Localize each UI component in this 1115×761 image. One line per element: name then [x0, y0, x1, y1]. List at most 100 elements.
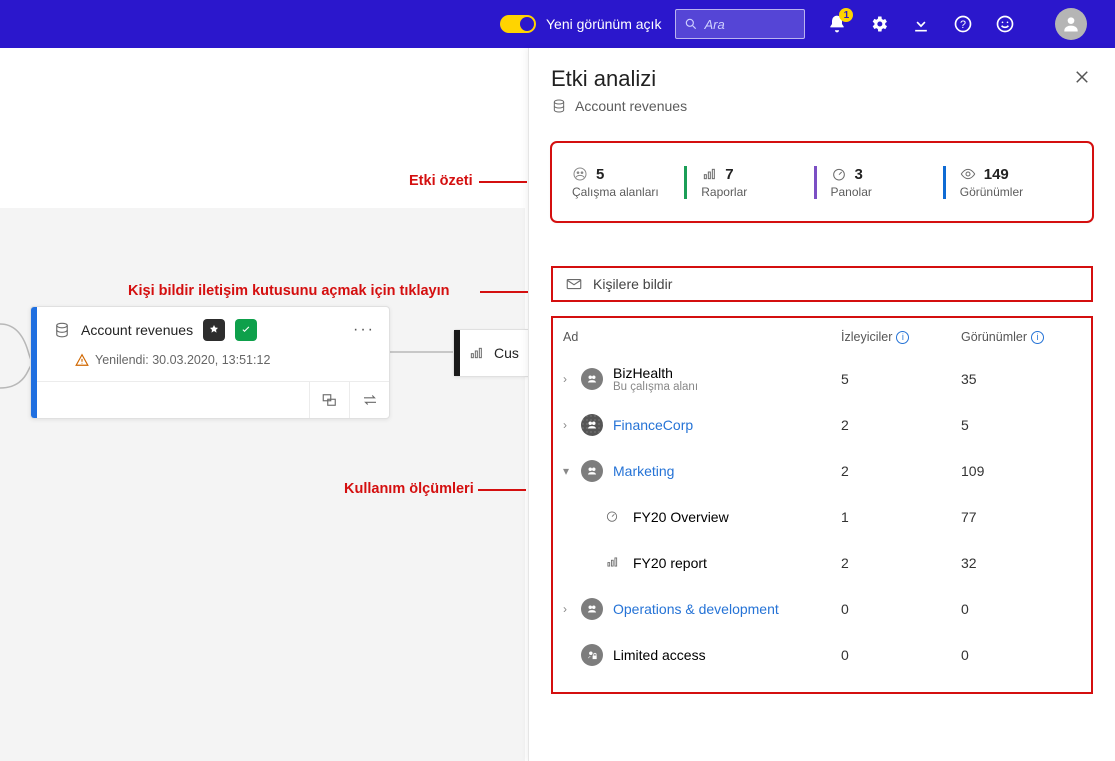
row-name[interactable]: FinanceCorp [613, 417, 841, 433]
panel-subtitle-text: Account revenues [575, 98, 687, 114]
dashboards-icon [831, 166, 847, 182]
row-name[interactable]: Marketing [613, 463, 841, 479]
metric-workspaces: 5 Çalışma alanları [572, 166, 684, 199]
node-more-menu[interactable]: ··· [353, 324, 375, 336]
row-views: 35 [961, 371, 1081, 387]
notification-badge: 1 [839, 8, 853, 22]
workspace-icon [581, 598, 603, 620]
notifications-icon[interactable]: 1 [827, 14, 847, 34]
row-viewers: 0 [841, 647, 961, 663]
search-input[interactable] [704, 17, 784, 32]
metric-value: 149 [984, 166, 1009, 183]
node-footer [31, 381, 389, 418]
search-icon [684, 17, 698, 31]
download-icon[interactable] [911, 14, 931, 34]
row-viewers: 2 [841, 555, 961, 571]
callout-summary: Etki özeti [409, 173, 473, 189]
certified-chip[interactable] [235, 319, 257, 341]
table-row[interactable]: ›Operations & development00 [563, 586, 1081, 632]
row-viewers: 1 [841, 509, 961, 525]
dataset-icon [551, 98, 567, 114]
col-views: Görünümleri [961, 330, 1081, 344]
table-row[interactable]: Limited access00 [563, 632, 1081, 678]
reports-icon [701, 166, 717, 182]
row-views: 32 [961, 555, 1081, 571]
header-actions: 1 ? [827, 8, 1087, 40]
row-name: BizHealthBu çalışma alanı [613, 365, 841, 393]
metric-dashboards: 3 Panolar [814, 166, 943, 199]
table-child-row[interactable]: FY20 report232 [563, 540, 1081, 586]
metric-value: 5 [596, 166, 604, 183]
search-box[interactable] [675, 9, 805, 39]
connector-line [388, 340, 458, 370]
table-row[interactable]: › BizHealthBu çalışma alanı535 [563, 356, 1081, 402]
expand-toggle[interactable]: ▾ [563, 464, 581, 478]
settings-icon[interactable] [869, 14, 889, 34]
feedback-icon[interactable] [995, 14, 1015, 34]
help-icon[interactable]: ? [953, 14, 973, 34]
row-viewers: 2 [841, 463, 961, 479]
dashboard-icon [603, 509, 621, 526]
workspace-icon [581, 368, 603, 390]
notify-contacts-button[interactable]: Kişilere bildir [551, 266, 1093, 302]
col-name: Ad [563, 330, 841, 344]
row-name: FY20 Overview [633, 509, 841, 525]
report-icon [603, 555, 621, 572]
metric-value: 3 [855, 166, 863, 183]
impact-analysis-panel: Etki analizi Account revenues 5 Çalışma … [528, 48, 1115, 761]
metric-label: Görünümler [960, 185, 1072, 199]
metric-label: Panolar [831, 185, 943, 199]
notify-label: Kişilere bildir [593, 276, 672, 292]
panel-title: Etki analizi [551, 66, 1093, 92]
expand-toggle[interactable]: › [563, 602, 581, 616]
metric-reports: 7 Raporlar [684, 166, 813, 199]
row-viewers: 5 [841, 371, 961, 387]
table-header: Ad İzleyicileri Görünümleri [563, 326, 1081, 356]
row-viewers: 2 [841, 417, 961, 433]
row-views: 0 [961, 601, 1081, 617]
svg-text:?: ? [960, 19, 966, 31]
node-swap-button[interactable] [349, 382, 389, 418]
dataset-node-card[interactable]: Account revenues ··· Yenilendi: 30.03.20… [30, 306, 390, 419]
workspace-icon [581, 644, 603, 666]
col-viewers: İzleyicileri [841, 330, 961, 344]
row-views: 109 [961, 463, 1081, 479]
callout-usage: Kullanım ölçümleri [344, 481, 474, 497]
table-child-row[interactable]: FY20 Overview177 [563, 494, 1081, 540]
info-icon[interactable]: i [896, 331, 909, 344]
dataset-title: Account revenues [81, 322, 193, 338]
refreshed-label: Yenilendi: 30.03.2020, 13:51:12 [95, 353, 270, 367]
callout-notify: Kişi bildir iletişim kutusunu açmak için… [128, 283, 450, 299]
endorsement-chip[interactable] [203, 319, 225, 341]
report-icon [468, 345, 484, 361]
table-row[interactable]: › FinanceCorp25 [563, 402, 1081, 448]
expand-toggle[interactable]: › [563, 372, 581, 386]
node-related-button[interactable] [309, 382, 349, 418]
user-avatar[interactable] [1055, 8, 1087, 40]
stub-label: Cus [494, 345, 519, 361]
usage-metrics-box: Ad İzleyicileri Görünümleri › BizHealthBu… [551, 316, 1093, 694]
close-panel-button[interactable] [1073, 68, 1093, 88]
table-row[interactable]: ▾ Marketing2109 [563, 448, 1081, 494]
metric-label: Çalışma alanları [572, 185, 684, 199]
row-views: 77 [961, 509, 1081, 525]
row-views: 0 [961, 647, 1081, 663]
dataset-icon [53, 321, 71, 339]
impact-summary-card: 5 Çalışma alanları 7 Raporlar 3 Panolar … [551, 142, 1093, 222]
metric-label: Raporlar [701, 185, 813, 199]
new-look-toggle[interactable] [500, 15, 536, 33]
row-name: FY20 report [633, 555, 841, 571]
panel-subtitle: Account revenues [551, 98, 1093, 114]
node-accent [31, 307, 37, 418]
info-icon[interactable]: i [1031, 331, 1044, 344]
metric-views: 149 Görünümler [943, 166, 1072, 199]
row-viewers: 0 [841, 601, 961, 617]
row-name[interactable]: Operations & development [613, 601, 841, 617]
workspace-icon [581, 460, 603, 482]
row-name: Limited access [613, 647, 841, 663]
workspace-icon [581, 414, 603, 436]
expand-toggle[interactable]: › [563, 418, 581, 432]
workspaces-icon [572, 166, 588, 182]
mail-icon [565, 275, 583, 293]
row-views: 5 [961, 417, 1081, 433]
